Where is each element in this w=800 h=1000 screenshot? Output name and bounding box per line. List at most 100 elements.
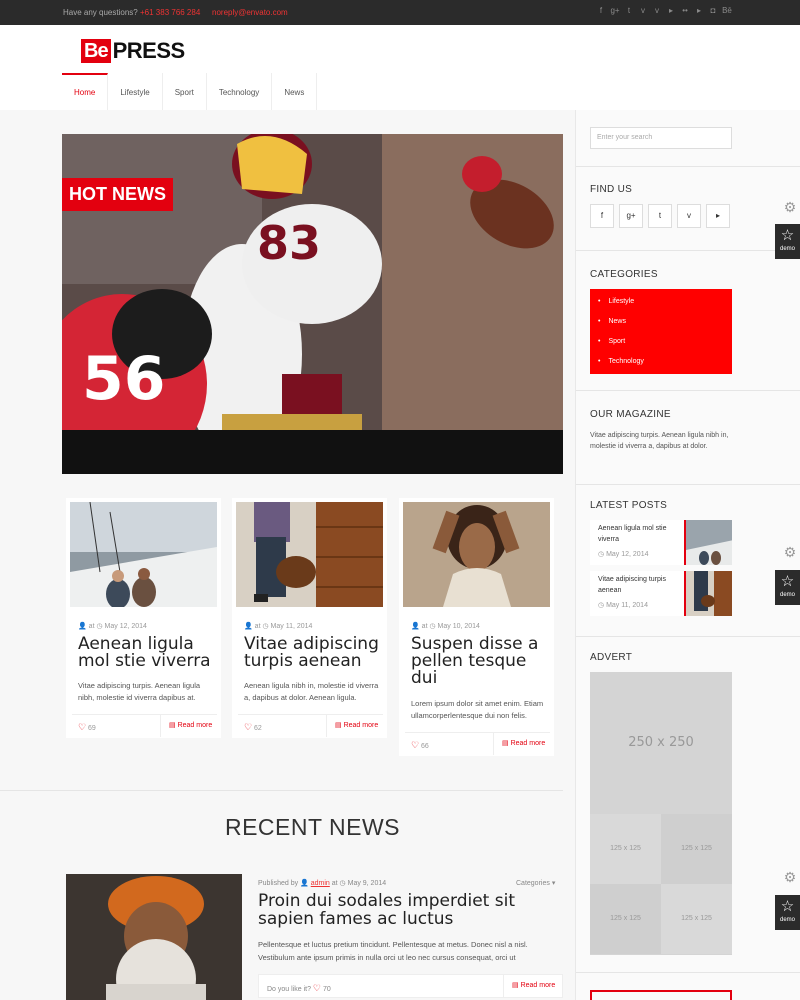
card-title[interactable]: Vitae adipiscing turpis aenean xyxy=(244,636,384,670)
recent-news-heading: RECENT NEWS xyxy=(224,814,401,840)
clock-icon: ◷ xyxy=(262,623,269,630)
clock-icon: ◷ xyxy=(339,880,346,887)
nav-sport[interactable]: Sport xyxy=(163,73,207,110)
category-lifestyle[interactable]: Lifestyle xyxy=(590,295,732,315)
youtube-icon[interactable]: ▸ xyxy=(706,204,730,228)
document-icon: ▤ xyxy=(335,722,342,729)
sidebar-divider xyxy=(576,636,800,637)
latest-post-title[interactable]: Aenean ligula mol stie viverra xyxy=(598,523,683,545)
vimeo-icon[interactable]: v xyxy=(677,204,701,228)
user-icon: 👤 xyxy=(411,623,420,630)
post-card[interactable]: 👤 at ◷ May 11, 2014 Vitae adipiscing tur… xyxy=(232,498,387,738)
latest-post-title[interactable]: Vitae adipiscing turpis aenean xyxy=(598,574,683,596)
search-input[interactable]: Enter your search xyxy=(590,127,732,149)
author-link[interactable]: admin xyxy=(311,880,330,887)
nav-news[interactable]: News xyxy=(272,73,318,110)
post-card[interactable]: 👤 at ◷ May 12, 2014 Aenean ligula mol st… xyxy=(66,498,221,738)
heart-icon: ♡ xyxy=(78,722,87,732)
site-logo[interactable]: Be PRESS xyxy=(81,38,185,63)
twitter-icon[interactable]: t xyxy=(624,6,634,15)
card-date: May 10, 2014 xyxy=(437,623,480,630)
like-counter[interactable]: ♡ 69 xyxy=(78,722,96,733)
nav-home[interactable]: Home xyxy=(62,73,109,110)
advert-block[interactable]: 250 x 250 125 x 125 125 x 125 125 x 125 … xyxy=(590,672,732,955)
facebook-icon[interactable]: f xyxy=(596,6,606,15)
advert-250[interactable]: 250 x 250 xyxy=(590,672,732,814)
demo-tab[interactable]: ☆ demo xyxy=(775,224,800,259)
hot-news-badge: HOT NEWS xyxy=(62,178,173,211)
post-card[interactable]: 👤 at ◷ May 10, 2014 Suspen disse a pelle… xyxy=(399,498,554,756)
demo-tab[interactable]: ☆ demo xyxy=(775,570,800,605)
facebook-icon[interactable]: f xyxy=(590,204,614,228)
read-more-link[interactable]: ▤ Read more xyxy=(326,715,378,737)
google-plus-icon[interactable]: g+ xyxy=(610,6,620,15)
like-counter[interactable]: ♡ 66 xyxy=(411,740,429,751)
demo-tab[interactable]: ☆ demo xyxy=(775,895,800,930)
vine-icon[interactable]: v xyxy=(652,6,662,15)
find-us-icons: f g+ t v ▸ xyxy=(590,204,730,228)
category-technology[interactable]: Technology xyxy=(590,355,732,375)
sidebar-divider xyxy=(576,390,800,391)
advert-125[interactable]: 125 x 125 xyxy=(590,814,661,884)
recent-post-meta: Published by 👤 admin at ◷ May 9, 2014 xyxy=(258,880,387,887)
gear-icon[interactable]: ⚙ xyxy=(780,197,800,217)
sidebar-divider xyxy=(576,166,800,167)
latest-post-item[interactable]: Vitae adipiscing turpis aenean ◷ May 11,… xyxy=(590,571,732,616)
heart-icon: ♡ xyxy=(312,983,321,993)
card-image[interactable] xyxy=(232,498,387,610)
card-date: May 12, 2014 xyxy=(104,623,147,630)
hero-caption-bar[interactable] xyxy=(62,430,563,474)
find-us-title: FIND US xyxy=(590,184,633,195)
advert-125[interactable]: 125 x 125 xyxy=(661,884,732,954)
gear-icon[interactable]: ⚙ xyxy=(780,542,800,562)
youtube-icon[interactable]: ▸ xyxy=(666,6,676,15)
recent-post-title[interactable]: Proin dui sodales imperdiet sit sapien f… xyxy=(258,892,563,928)
instagram-icon[interactable]: ◘ xyxy=(708,6,718,15)
google-plus-icon[interactable]: g+ xyxy=(619,204,643,228)
card-meta: 👤 at ◷ May 11, 2014 xyxy=(244,623,313,630)
like-counter[interactable]: ♡ 62 xyxy=(244,722,262,733)
category-news[interactable]: News xyxy=(590,315,732,335)
star-icon: ☆ xyxy=(780,898,795,915)
twitter-icon[interactable]: t xyxy=(648,204,672,228)
gear-icon[interactable]: ⚙ xyxy=(780,867,800,887)
sidebar-divider xyxy=(576,250,800,251)
heart-icon: ♡ xyxy=(244,722,253,732)
read-more-link[interactable]: ▤ Read more xyxy=(160,715,212,737)
category-sport[interactable]: Sport xyxy=(590,335,732,355)
nav-technology[interactable]: Technology xyxy=(207,73,273,110)
svg-text:83: 83 xyxy=(257,216,321,270)
magazine-text: Vitae adipiscing turpis. Aenean ligula n… xyxy=(590,432,729,450)
play-icon[interactable]: ▸ xyxy=(694,6,704,15)
card-footer: ♡ 66 ▤ Read more xyxy=(405,732,550,755)
categories-dropdown[interactable]: Categories ▾ xyxy=(516,879,555,887)
contact-question: Have any questions? xyxy=(63,8,138,17)
vimeo-icon[interactable]: v xyxy=(638,6,648,15)
site-header: Be PRESS Home Lifestyle Sport Technology… xyxy=(0,25,800,110)
clock-icon: ◷ xyxy=(598,602,605,609)
card-image[interactable] xyxy=(399,498,554,610)
card-image[interactable] xyxy=(66,498,221,610)
star-icon: ☆ xyxy=(780,573,795,590)
latest-post-thumb[interactable] xyxy=(684,571,732,616)
main-content: 83 56 HOT NEWS 👤 at ◷ May 12, 2014 Aenea… xyxy=(0,110,575,1000)
email-link[interactable]: noreply@envato.com xyxy=(212,8,288,17)
phone-link[interactable]: +61 383 766 284 xyxy=(140,8,200,17)
card-title[interactable]: Aenean ligula mol stie viverra xyxy=(78,636,218,670)
advert-125[interactable]: 125 x 125 xyxy=(661,814,732,884)
recent-post-footer: Do you like it? ♡ 70 ▤ Read more xyxy=(258,974,563,998)
latest-post-item[interactable]: Aenean ligula mol stie viverra ◷ May 12,… xyxy=(590,520,732,565)
nav-lifestyle[interactable]: Lifestyle xyxy=(108,73,163,110)
svg-text:56: 56 xyxy=(82,344,166,414)
recent-post-image[interactable] xyxy=(66,874,242,1000)
latest-posts-title: LATEST POSTS xyxy=(590,500,668,511)
card-title[interactable]: Suspen disse a pellen tesque dui xyxy=(411,636,551,687)
flickr-icon[interactable]: •• xyxy=(680,6,690,15)
behance-icon[interactable]: Bē xyxy=(722,6,732,15)
read-more-link[interactable]: ▤ Read more xyxy=(503,975,555,997)
latest-post-date: ◷ May 11, 2014 xyxy=(598,602,648,609)
advert-125[interactable]: 125 x 125 xyxy=(590,884,661,954)
latest-post-thumb[interactable] xyxy=(684,520,732,565)
read-more-link[interactable]: ▤ Read more xyxy=(493,733,545,755)
like-button[interactable]: Do you like it? ♡ 70 xyxy=(267,983,331,994)
